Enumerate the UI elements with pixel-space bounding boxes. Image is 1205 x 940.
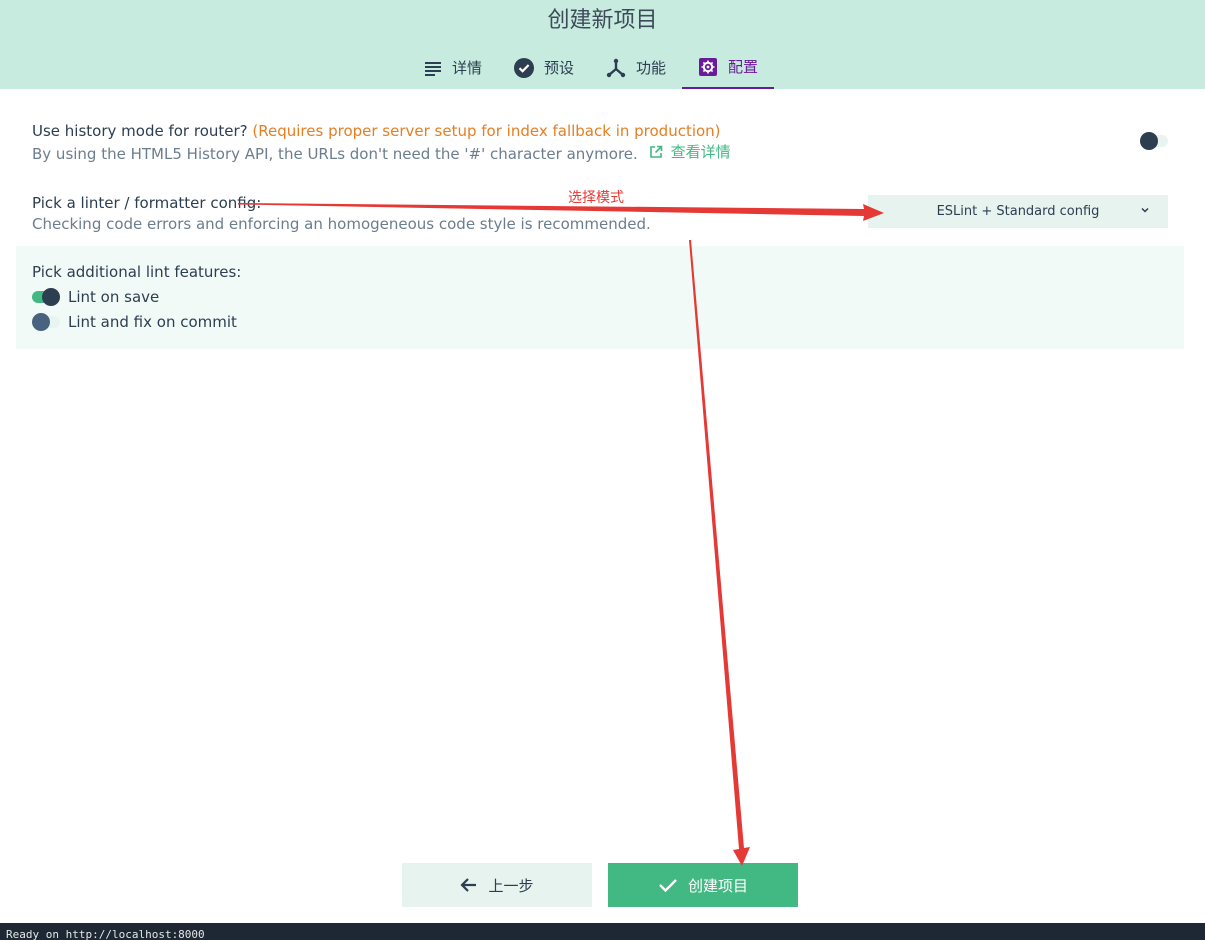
arrow-left-icon bbox=[460, 878, 477, 892]
tab-presets-label: 预设 bbox=[544, 59, 575, 77]
lint-features-panel: Pick additional lint features: Lint on s… bbox=[16, 246, 1184, 349]
lint-fix-commit-label: Lint and fix on commit bbox=[68, 313, 237, 331]
create-project-label: 创建项目 bbox=[687, 876, 748, 895]
linter-config-selected: ESLint + Standard config bbox=[936, 204, 1100, 219]
lint-fix-commit-toggle[interactable] bbox=[32, 313, 60, 331]
history-mode-setting: Use history mode for router? (Requires p… bbox=[32, 121, 1172, 165]
header-bar: 创建新项目 详情 预设 功能 配置 bbox=[0, 0, 1205, 89]
linter-config-setting: Pick a linter / formatter config: Checki… bbox=[32, 193, 852, 235]
external-link-icon bbox=[649, 145, 662, 158]
lint-features-title: Pick additional lint features: bbox=[32, 263, 242, 281]
tab-details[interactable]: 详情 bbox=[408, 46, 498, 89]
lint-fix-commit-option[interactable]: Lint and fix on commit bbox=[32, 313, 237, 331]
tab-features-label: 功能 bbox=[636, 59, 667, 77]
settings-icon bbox=[699, 57, 718, 76]
annotation-label: 选择模式 bbox=[568, 190, 624, 206]
history-mode-toggle[interactable] bbox=[1140, 132, 1168, 150]
tab-config-label: 配置 bbox=[728, 58, 759, 76]
previous-step-label: 上一步 bbox=[488, 876, 534, 895]
more-info-label: 查看详情 bbox=[670, 143, 731, 161]
more-info-link[interactable]: 查看详情 bbox=[649, 141, 731, 163]
tab-details-label: 详情 bbox=[452, 59, 483, 77]
chevron-down-icon bbox=[1141, 207, 1149, 213]
lint-on-save-toggle[interactable] bbox=[32, 288, 60, 306]
fork-icon bbox=[606, 58, 626, 77]
linter-config-title: Pick a linter / formatter config: bbox=[32, 194, 262, 212]
history-mode-description: By using the HTML5 History API, the URLs… bbox=[32, 145, 638, 163]
status-bar: Ready on http://localhost:8000 bbox=[0, 923, 1205, 940]
page-title: 创建新项目 bbox=[547, 8, 658, 33]
tab-features[interactable]: 功能 bbox=[590, 46, 682, 89]
previous-step-button[interactable]: 上一步 bbox=[402, 863, 592, 907]
step-tabs: 详情 预设 功能 配置 bbox=[408, 46, 775, 89]
create-project-button[interactable]: 创建项目 bbox=[608, 863, 798, 907]
linter-config-select[interactable]: ESLint + Standard config bbox=[868, 195, 1168, 228]
check-circle-icon bbox=[514, 57, 535, 78]
linter-config-description: Checking code errors and enforcing an ho… bbox=[32, 215, 651, 233]
list-icon bbox=[425, 61, 441, 76]
history-mode-title: Use history mode for router? bbox=[32, 122, 248, 140]
tab-config[interactable]: 配置 bbox=[682, 46, 775, 89]
lint-on-save-label: Lint on save bbox=[68, 288, 160, 306]
check-icon bbox=[659, 879, 677, 893]
tab-presets[interactable]: 预设 bbox=[498, 46, 590, 89]
history-mode-warning: (Requires proper server setup for index … bbox=[252, 122, 721, 140]
lint-on-save-option[interactable]: Lint on save bbox=[32, 288, 159, 306]
